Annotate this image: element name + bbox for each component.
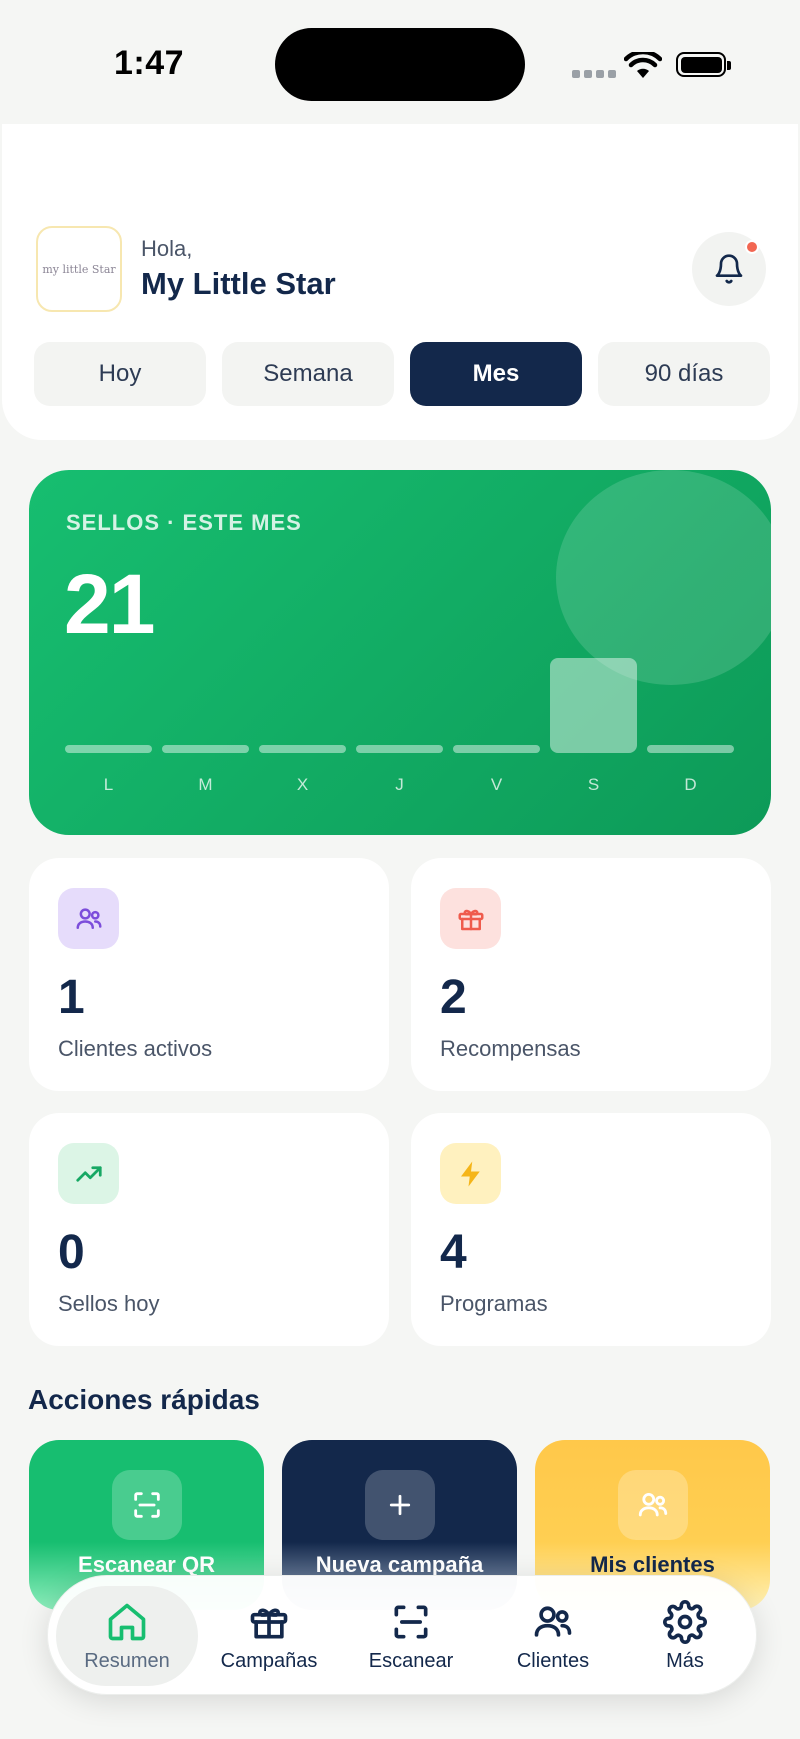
tab-label: Clientes [516,1649,590,1672]
notifications-button[interactable] [692,232,766,306]
chart-bar-m [162,745,249,753]
users-icon [58,888,119,949]
bell-icon [715,254,743,284]
stat-label: Sellos hoy [58,1291,160,1316]
status-bar: 1:47 [0,0,800,124]
tab-label: Campañas [220,1649,318,1672]
battery-icon [676,52,731,77]
gift-icon [250,1607,288,1638]
lightning-icon [440,1143,501,1204]
chart-tick-label: J [395,775,404,794]
stat-rewards[interactable]: 2 Recompensas [411,858,771,1091]
stat-value: 0 [58,1226,85,1279]
plus-icon [365,1470,435,1540]
gear-icon [663,1599,707,1644]
stat-label: Recompensas [440,1036,581,1061]
stat-programs[interactable]: 4 Programas [411,1113,771,1346]
tab-label: Más [666,1649,704,1672]
status-time: 1:47 [114,44,185,82]
bottom-tab-bar: Resumen Campañas Escanear Clientes Más [47,1575,757,1695]
period-90-days[interactable]: 90 días [598,342,770,406]
period-selector: Hoy Semana Mes 90 días [34,342,770,406]
users-icon [618,1470,688,1540]
chart-bar-x [259,745,346,753]
home-icon [108,1603,146,1640]
stat-active-clients[interactable]: 1 Clientes activos [29,858,389,1091]
chart-tick-label: X [296,775,309,794]
tab-label: Resumen [84,1649,170,1672]
scan-icon [394,1605,428,1638]
tab-label: Escanear [368,1649,454,1672]
chart-tick-label: V [490,775,503,794]
quick-actions-title: Acciones rápidas [28,1384,260,1415]
stat-value: 4 [440,1226,467,1279]
tab-campaigns[interactable]: Campañas [198,1586,340,1686]
gift-icon [440,888,501,949]
tab-more[interactable]: Más [614,1586,756,1686]
chart-tick-label: D [684,775,697,794]
dynamic-island [275,28,525,101]
business-name: My Little Star [141,266,336,301]
signal-icon [572,70,616,78]
header-card: my little Star Hola, My Little Star Hoy … [2,124,798,440]
trending-up-icon [58,1143,119,1204]
tab-scan[interactable]: Escanear [340,1586,482,1686]
stat-stamps-today[interactable]: 0 Sellos hoy [29,1113,389,1346]
wifi-icon [624,52,662,78]
stamps-card[interactable]: SELLOS · ESTE MES 21 L M X J V S D [29,470,771,835]
period-today[interactable]: Hoy [34,342,206,406]
business-logo: my little Star [36,226,122,312]
stat-value: 1 [58,971,85,1024]
tab-summary[interactable]: Resumen [56,1586,198,1686]
scan-icon [112,1470,182,1540]
chart-tick-label: L [103,775,114,794]
tab-clients[interactable]: Clientes [482,1586,624,1686]
chart-bar-d [647,745,734,753]
stamps-value: 21 [64,557,155,651]
stat-value: 2 [440,971,467,1024]
greeting: Hola, [141,236,193,261]
chart-bar-l [65,745,152,753]
weekly-stamps-chart: LMXJVSD [65,650,735,795]
stat-label: Clientes activos [58,1036,213,1061]
logo-text: my little Star [42,262,116,276]
stat-label: Programas [440,1291,548,1316]
chart-tick-label: M [198,775,213,794]
chart-tick-label: S [587,775,600,794]
notification-dot [745,240,759,254]
period-month[interactable]: Mes [410,342,582,406]
stamps-label: SELLOS · ESTE MES [66,510,302,535]
chart-bar-s [550,658,637,753]
users-icon [534,1605,572,1637]
chart-bar-v [453,745,540,753]
chart-bar-j [356,745,443,753]
period-week[interactable]: Semana [222,342,394,406]
